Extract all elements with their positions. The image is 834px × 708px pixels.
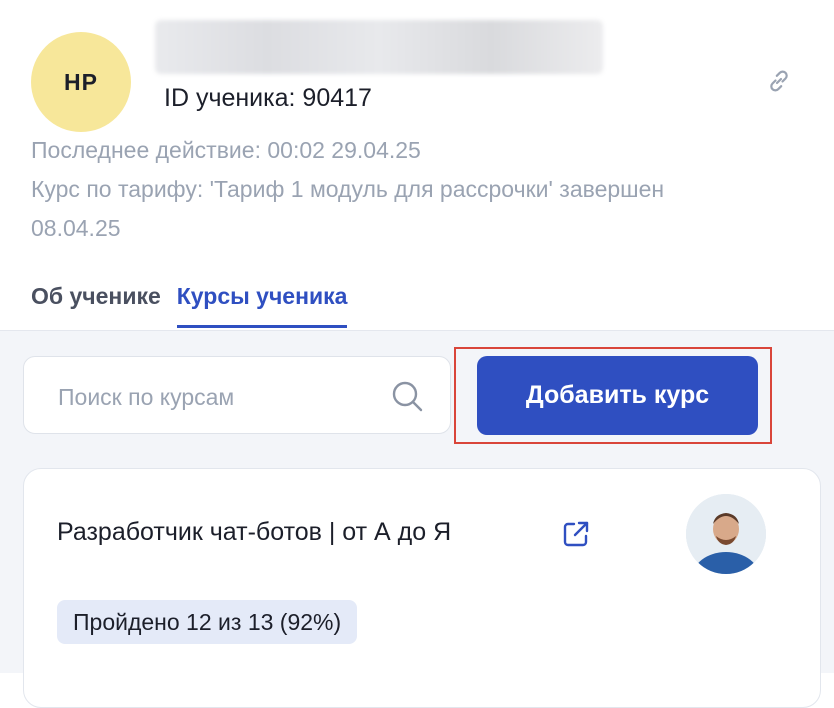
author-photo xyxy=(686,494,766,574)
course-author-avatar xyxy=(686,494,766,574)
search-input[interactable] xyxy=(56,377,380,417)
student-tabs: Об ученике Курсы ученика xyxy=(31,276,347,330)
student-avatar: НР xyxy=(31,32,131,132)
tariff-status: Курс по тарифу: 'Тариф 1 модуль для расс… xyxy=(31,176,665,202)
avatar-initials: НР xyxy=(64,68,98,95)
student-name-redacted xyxy=(155,20,603,74)
add-course-button[interactable]: Добавить курс xyxy=(477,356,758,435)
external-link-icon[interactable] xyxy=(560,518,592,550)
student-id: ID ученика: 90417 xyxy=(164,84,372,112)
last-action: Последнее действие: 00:02 29.04.25 xyxy=(31,137,421,163)
link-icon[interactable] xyxy=(763,65,795,97)
tab-student-courses[interactable]: Курсы ученика xyxy=(176,276,347,328)
course-title[interactable]: Разработчик чат-ботов | от А до Я xyxy=(57,518,451,547)
student-header: НР ID ученика: 90417 Последнее действие:… xyxy=(0,0,834,330)
progress-label: Пройдено 12 из 13 (92%) xyxy=(73,608,342,635)
course-progress-badge: Пройдено 12 из 13 (92%) xyxy=(57,600,358,644)
tab-about-student[interactable]: Об ученике xyxy=(31,276,161,328)
tariff-status-date: 08.04.25 xyxy=(31,215,121,241)
course-search xyxy=(23,356,451,434)
search-icon[interactable] xyxy=(389,378,425,414)
